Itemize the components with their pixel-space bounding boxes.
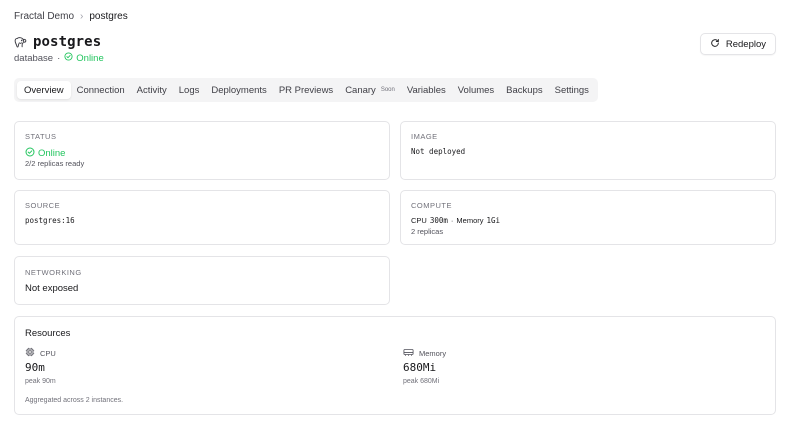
status-card-label: STATUS	[25, 132, 57, 141]
replicas-ready: 2/2 replicas ready	[25, 159, 85, 168]
compute-replicas: 2 replicas	[411, 227, 444, 236]
redeploy-button[interactable]: Redeploy	[699, 33, 776, 55]
tab-overview[interactable]: Overview	[17, 81, 71, 99]
cpu-prefix: CPU	[411, 216, 427, 225]
tab-backups[interactable]: Backups	[500, 81, 548, 99]
status-text: Online	[76, 52, 104, 64]
status-card: STATUS Online 2/2 replicas ready	[14, 121, 390, 180]
compute-card-value: CPU 300m · Memory 1Gi	[411, 216, 500, 225]
status-badge: Online	[64, 52, 104, 64]
memory-metric-label: Memory	[403, 347, 446, 359]
tab-deployments[interactable]: Deployments	[205, 81, 272, 99]
source-card: SOURCE postgres:16	[14, 190, 390, 245]
cpu-metric-label: CPU	[25, 347, 56, 359]
cpu-request: 300m	[429, 216, 448, 225]
soon-badge: Soon	[380, 87, 395, 93]
networking-card: NETWORKING Not exposed	[14, 256, 390, 305]
tab-activity[interactable]: Activity	[131, 81, 173, 99]
page-header: postgres	[14, 34, 101, 50]
cpu-usage-value: 90m	[25, 361, 45, 374]
image-card-label: IMAGE	[411, 132, 438, 141]
breadcrumb-separator: ›	[80, 11, 84, 22]
chip-icon	[25, 347, 35, 359]
tab-settings[interactable]: Settings	[549, 81, 595, 99]
service-type: database	[14, 52, 54, 64]
status-card-value-text: Online	[38, 148, 66, 159]
memory-prefix: Memory	[456, 216, 484, 225]
page-subtitle: database · Online	[14, 52, 104, 64]
source-card-value: postgres:16	[25, 216, 75, 225]
image-card: IMAGE Not deployed	[400, 121, 776, 180]
tab-logs[interactable]: Logs	[173, 81, 206, 99]
compute-card: COMPUTE CPU 300m · Memory 1Gi 2 replicas	[400, 190, 776, 245]
tab-canary[interactable]: Canary Soon	[339, 81, 401, 99]
memory-icon	[403, 347, 414, 359]
resources-title: Resources	[25, 328, 71, 339]
tab-bar: Overview Connection Activity Logs Deploy…	[14, 78, 598, 102]
separator-dot: ·	[57, 52, 61, 64]
memory-peak: peak 680Mi	[403, 378, 440, 385]
memory-request: 1Gi	[486, 216, 501, 225]
breadcrumb-current: postgres	[89, 11, 128, 22]
source-card-label: SOURCE	[25, 201, 61, 210]
memory-usage-value: 680Mi	[403, 361, 437, 374]
tab-volumes[interactable]: Volumes	[452, 81, 500, 99]
tab-canary-label: Canary	[345, 84, 376, 96]
networking-card-value: Not exposed	[25, 283, 79, 294]
tab-connection[interactable]: Connection	[71, 81, 131, 99]
memory-label-text: Memory	[419, 348, 447, 358]
check-circle-icon	[64, 52, 73, 64]
networking-card-label: NETWORKING	[25, 268, 82, 277]
elephant-icon	[14, 36, 27, 49]
compute-sep: ·	[450, 216, 454, 225]
breadcrumb: Fractal Demo › postgres	[14, 11, 128, 22]
compute-card-label: COMPUTE	[411, 201, 452, 210]
cpu-label-text: CPU	[40, 348, 56, 358]
refresh-icon	[710, 38, 720, 51]
tab-variables[interactable]: Variables	[401, 81, 452, 99]
image-card-value: Not deployed	[411, 147, 466, 156]
tab-pr-previews[interactable]: PR Previews	[273, 81, 339, 99]
cpu-peak: peak 90m	[25, 378, 56, 385]
resources-card: Resources CPU 90m peak 90m Memory 680Mi …	[14, 316, 776, 415]
aggregation-note: Aggregated across 2 instances.	[25, 397, 124, 404]
breadcrumb-parent[interactable]: Fractal Demo	[14, 11, 74, 22]
page-title: postgres	[33, 34, 102, 50]
redeploy-label: Redeploy	[725, 38, 766, 50]
